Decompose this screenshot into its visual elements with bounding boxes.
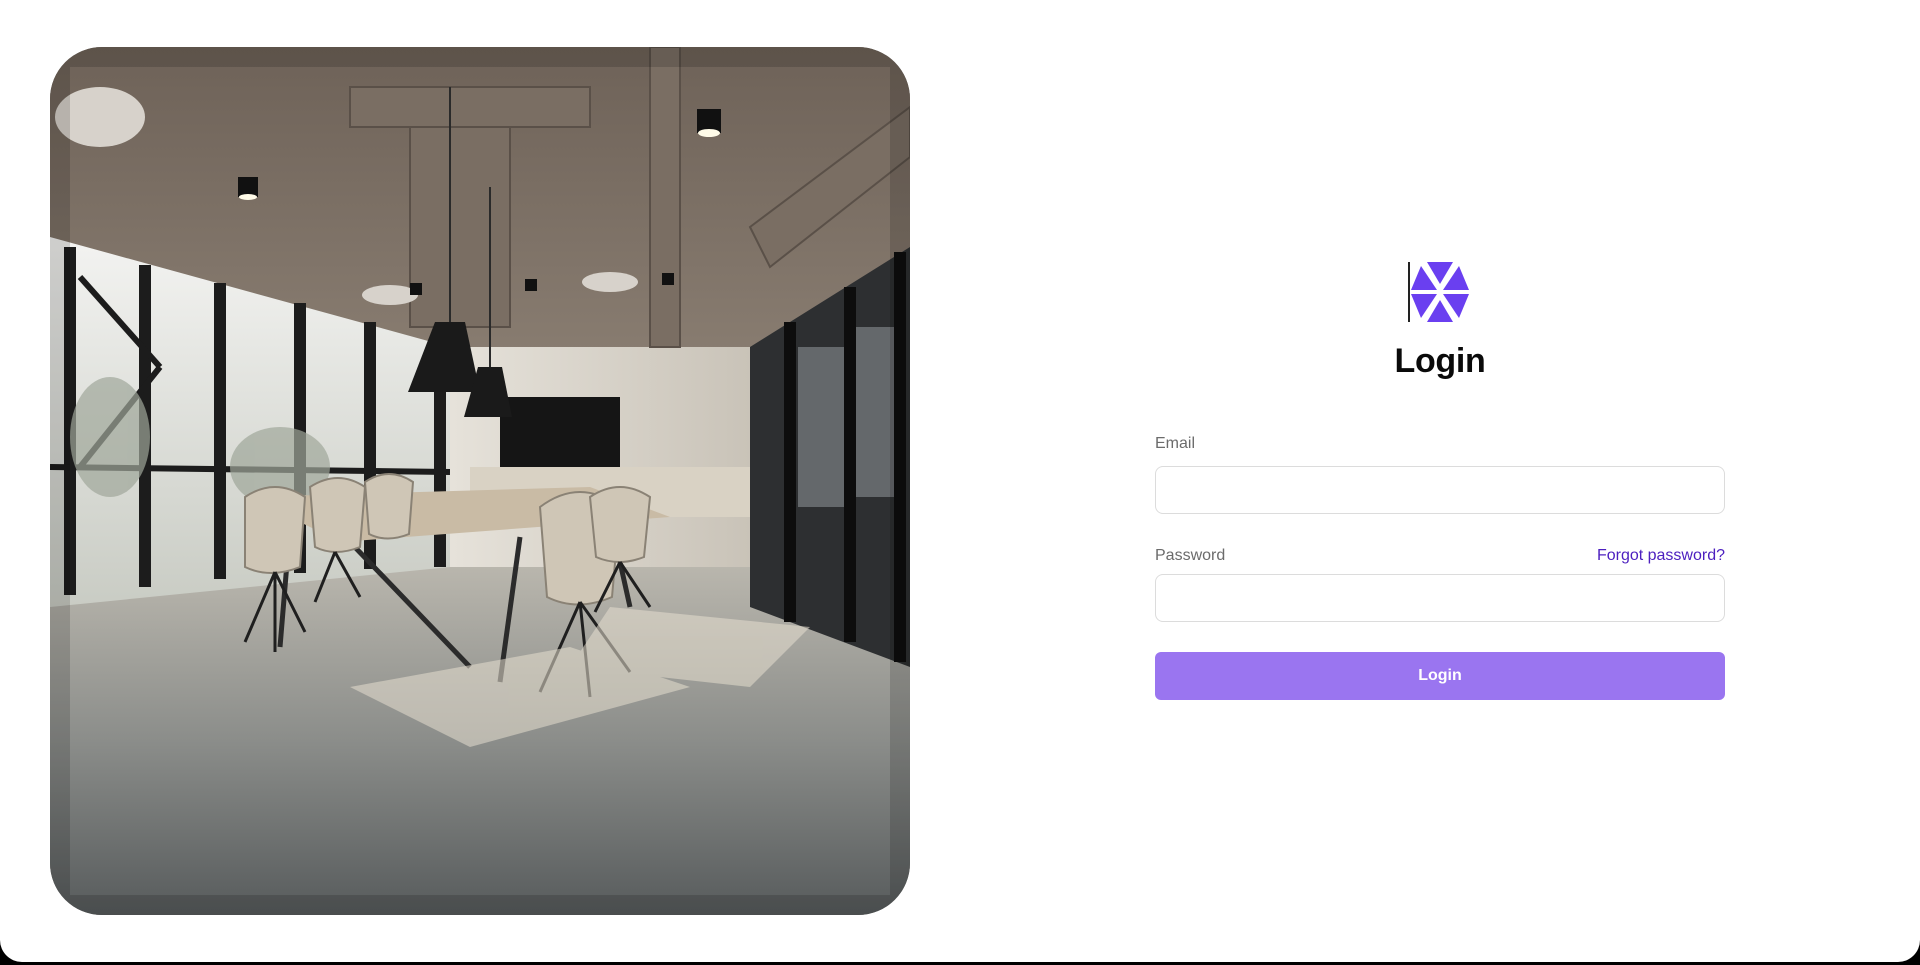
forgot-password-link[interactable]: Forgot password?	[1597, 547, 1725, 565]
email-field[interactable]	[1155, 466, 1725, 514]
office-photo	[50, 47, 910, 915]
login-button[interactable]: Login	[1155, 652, 1725, 700]
office-meeting-room-illustration	[50, 47, 910, 915]
login-page: Login Email Password Forgot password? Lo…	[0, 0, 1920, 962]
page-title: Login	[1394, 342, 1486, 380]
hexagon-triangles-logo-icon	[1407, 260, 1473, 324]
email-label: Email	[1155, 435, 1196, 452]
password-field[interactable]	[1155, 574, 1725, 622]
password-label: Password	[1155, 547, 1226, 564]
